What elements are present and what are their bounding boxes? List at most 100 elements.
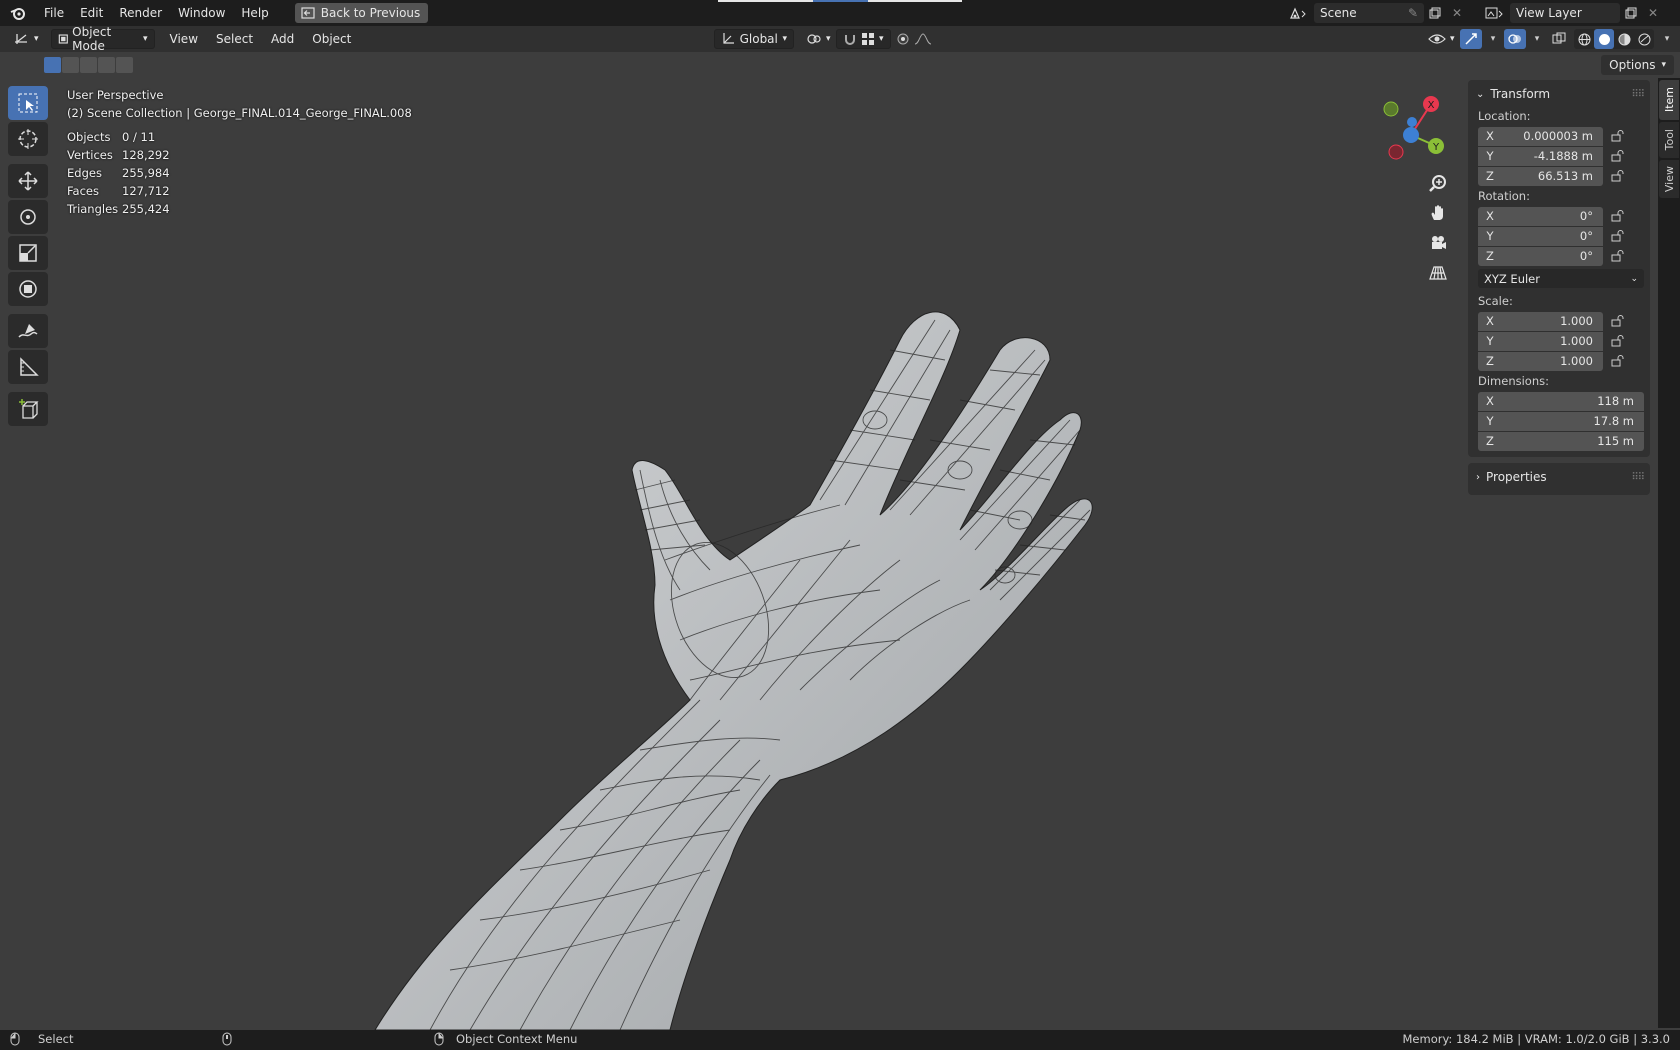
lock-icon[interactable] — [1603, 335, 1633, 347]
blender-logo-icon[interactable] — [0, 0, 36, 26]
gizmo-dropdown[interactable]: ▾ — [1482, 29, 1504, 49]
wireframe-shading-button[interactable] — [1574, 29, 1594, 49]
properties-panel-header[interactable]: › Properties ⠿⠿ — [1468, 465, 1650, 489]
rendered-shading-button[interactable] — [1634, 29, 1654, 49]
mode-dropdown[interactable]: Object Mode ▾ — [50, 25, 155, 53]
status-context-hint: Object Context Menu — [434, 1032, 577, 1046]
back-to-previous-button[interactable]: Back to Previous — [294, 3, 429, 23]
lock-icon[interactable] — [1603, 315, 1633, 327]
delete-scene-icon[interactable]: ✕ — [1446, 3, 1468, 23]
cursor-tool[interactable] — [8, 122, 48, 156]
delete-view-layer-icon[interactable]: ✕ — [1642, 3, 1664, 23]
new-view-layer-icon[interactable] — [1620, 3, 1642, 23]
visibility-dropdown[interactable]: ▾ — [1422, 29, 1461, 49]
measure-tool[interactable] — [8, 350, 48, 384]
select-intersect-icon[interactable] — [116, 57, 133, 73]
menu-window[interactable]: Window — [170, 2, 233, 24]
scene-name-field[interactable]: Scene ✎ — [1314, 3, 1424, 23]
xray-toggle[interactable] — [1548, 29, 1570, 49]
header-menu-select[interactable]: Select — [207, 29, 262, 49]
pan-button[interactable] — [1425, 200, 1451, 226]
dimension-y-field[interactable]: Y 17.8 m — [1478, 411, 1644, 431]
drag-handle-icon[interactable]: ⠿⠿ — [1631, 89, 1645, 100]
lock-icon[interactable] — [1603, 230, 1633, 242]
header-menu-view[interactable]: View — [161, 29, 207, 49]
select-invert-icon[interactable] — [98, 57, 115, 73]
navigation-gizmo[interactable]: X Y — [1370, 90, 1450, 170]
show-overlays-toggle[interactable] — [1504, 29, 1526, 49]
rotation-z-field[interactable]: Z 0° — [1478, 246, 1603, 266]
material-shading-button[interactable] — [1614, 29, 1634, 49]
location-y-field[interactable]: Y -4.1888 m — [1478, 146, 1603, 166]
snap-increment-icon — [862, 33, 874, 45]
scale-x-field[interactable]: X 1.000 — [1478, 311, 1603, 331]
lock-icon[interactable] — [1603, 250, 1633, 262]
lock-icon[interactable] — [1603, 170, 1633, 182]
show-gizmo-toggle[interactable] — [1460, 29, 1482, 49]
rotation-mode-dropdown[interactable]: XYZ Euler ⌄ — [1478, 269, 1644, 288]
snap-dropdown[interactable]: ▾ — [836, 29, 891, 49]
lock-icon[interactable] — [1603, 130, 1633, 142]
tab-item[interactable]: Item — [1659, 80, 1679, 120]
menu-edit[interactable]: Edit — [72, 2, 111, 24]
dimension-x-value: 118 m — [1597, 394, 1634, 408]
view-layer-icon[interactable] — [1480, 3, 1510, 23]
options-dropdown[interactable]: Options ▾ — [1601, 55, 1674, 75]
move-tool[interactable] — [8, 164, 48, 198]
location-z-value: 66.513 m — [1537, 169, 1593, 183]
select-new-icon[interactable] — [44, 57, 61, 73]
solid-shading-button[interactable] — [1594, 29, 1614, 49]
view-layer-name: View Layer — [1516, 6, 1582, 20]
hand-mesh-model[interactable] — [0, 78, 1460, 1030]
drag-handle-icon[interactable]: ⠿⠿ — [1631, 472, 1645, 483]
shading-dropdown[interactable]: ▾ — [1656, 29, 1678, 49]
axis-label: X — [1486, 129, 1494, 143]
location-x-field[interactable]: X 0.000003 m — [1478, 126, 1603, 146]
scene-icon[interactable] — [1284, 3, 1314, 23]
select-box-icon — [18, 93, 38, 113]
options-label: Options — [1609, 58, 1656, 72]
tab-tool[interactable]: Tool — [1659, 122, 1679, 158]
header-menu-add[interactable]: Add — [262, 29, 303, 49]
overlays-dropdown[interactable]: ▾ — [1526, 29, 1548, 49]
select-extend-icon[interactable] — [62, 57, 79, 73]
collection-label: (2) Scene Collection | George_FINAL.014_… — [67, 106, 412, 120]
zoom-button[interactable] — [1425, 170, 1451, 196]
transform-panel-header[interactable]: ⌄ Transform ⠿⠿ — [1468, 82, 1650, 106]
add-cube-tool[interactable] — [8, 392, 48, 426]
location-label: Location: — [1478, 109, 1531, 123]
viewport-header: ▾ Object Mode ▾ View Select Add Object G… — [0, 25, 1680, 53]
rotate-tool[interactable] — [8, 200, 48, 234]
menu-help[interactable]: Help — [233, 2, 276, 24]
header-menu-object[interactable]: Object — [303, 29, 360, 49]
dimension-z-field[interactable]: Z 115 m — [1478, 431, 1644, 451]
select-box-tool[interactable] — [8, 86, 48, 120]
lock-icon[interactable] — [1603, 150, 1633, 162]
xray-icon — [1552, 32, 1566, 44]
dimension-x-field[interactable]: X 118 m — [1478, 391, 1644, 411]
rotation-x-field[interactable]: X 0° — [1478, 206, 1603, 226]
editor-type-dropdown[interactable]: ▾ — [8, 29, 45, 49]
select-subtract-icon[interactable] — [80, 57, 97, 73]
menu-render[interactable]: Render — [111, 2, 170, 24]
lock-icon[interactable] — [1603, 355, 1633, 367]
proportional-editing[interactable] — [890, 29, 940, 49]
rotation-y-field[interactable]: Y 0° — [1478, 226, 1603, 246]
location-z-field[interactable]: Z 66.513 m — [1478, 166, 1603, 186]
new-scene-icon[interactable] — [1424, 3, 1446, 23]
view-layer-name-field[interactable]: View Layer — [1510, 3, 1620, 23]
scale-y-field[interactable]: Y 1.000 — [1478, 331, 1603, 351]
scale-tool[interactable] — [8, 236, 48, 270]
transform-orientation-dropdown[interactable]: Global ▾ — [714, 29, 794, 49]
toggle-perspective-button[interactable] — [1425, 260, 1451, 286]
tab-view[interactable]: View — [1659, 160, 1679, 198]
lock-icon[interactable] — [1603, 210, 1633, 222]
camera-view-button[interactable] — [1425, 230, 1451, 256]
transform-tool[interactable] — [8, 272, 48, 306]
pin-icon[interactable]: ✎ — [1408, 6, 1418, 20]
axis-label: X — [1486, 314, 1494, 328]
menu-file[interactable]: File — [36, 2, 72, 24]
scale-z-field[interactable]: Z 1.000 — [1478, 351, 1603, 371]
pivot-point-dropdown[interactable]: ▾ — [800, 29, 837, 49]
annotate-tool[interactable] — [8, 314, 48, 348]
